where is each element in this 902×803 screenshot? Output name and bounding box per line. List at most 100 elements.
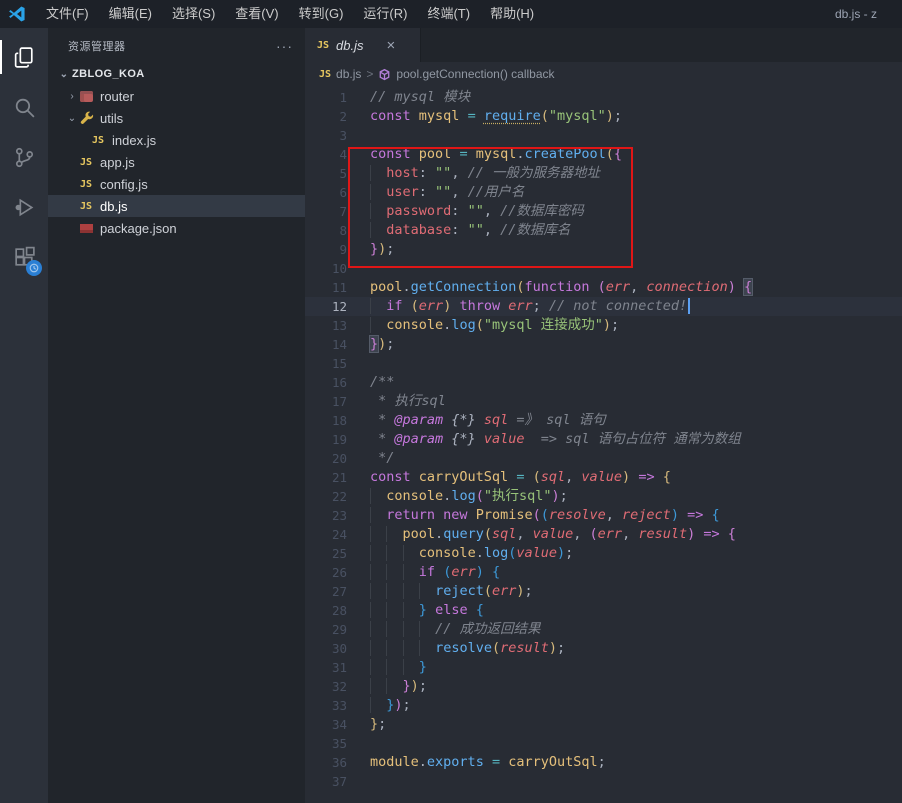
code-line-26[interactable]: 26 if (err) { — [305, 563, 902, 582]
code-line-8[interactable]: 8 database: "", //数据库名 — [305, 221, 902, 240]
menu-运行r[interactable]: 运行(R) — [353, 0, 417, 28]
breadcrumb-symbol[interactable]: pool.getConnection() callback — [378, 67, 554, 81]
code-editor[interactable]: 1// mysql 模块2const mysql = require("mysq… — [305, 86, 902, 803]
line-number: 32 — [305, 677, 347, 696]
line-number: 3 — [305, 126, 347, 145]
code-line-17[interactable]: 17 * 执行sql — [305, 392, 902, 411]
code-line-25[interactable]: 25 console.log(value); — [305, 544, 902, 563]
tree-item-utils[interactable]: ⌄utils — [48, 107, 305, 129]
code-line-9[interactable]: 9}); — [305, 240, 902, 259]
code-line-19[interactable]: 19 * @param {*} value => sql 语句占位符 通常为数组 — [305, 430, 902, 449]
code-line-34[interactable]: 34}; — [305, 715, 902, 734]
line-number: 15 — [305, 354, 347, 373]
line-number: 1 — [305, 88, 347, 107]
explorer-sidebar: 资源管理器 ··· ⌄ZBLOG_KOA›router⌄utilsJSindex… — [48, 28, 305, 803]
tree-item-db-js[interactable]: JS db.js — [48, 195, 305, 217]
code-line-10[interactable]: 10 — [305, 259, 902, 278]
code-line-24[interactable]: 24 pool.query(sql, value, (err, result) … — [305, 525, 902, 544]
code-line-36[interactable]: 36module.exports = carryOutSql; — [305, 753, 902, 772]
line-number: 17 — [305, 392, 347, 411]
tab-close-icon[interactable]: × — [385, 37, 398, 54]
code-line-4[interactable]: 4const pool = mysql.createPool({ — [305, 145, 902, 164]
tree-item-package-json[interactable]: package.json — [48, 217, 305, 239]
code-line-13[interactable]: 13 console.log("mysql 连接成功"); — [305, 316, 902, 335]
code-line-16[interactable]: 16/** — [305, 373, 902, 392]
menu-帮助h[interactable]: 帮助(H) — [480, 0, 544, 28]
tree-item-index-js[interactable]: JSindex.js — [48, 129, 305, 151]
code-line-23[interactable]: 23 return new Promise((resolve, reject) … — [305, 506, 902, 525]
code-line-33[interactable]: 33 }); — [305, 696, 902, 715]
code-line-11[interactable]: 11pool.getConnection(function (err, conn… — [305, 278, 902, 297]
tree-item-label: package.json — [100, 221, 177, 236]
code-line-30[interactable]: 30 resolve(result); — [305, 639, 902, 658]
chevron-down-icon: ⌄ — [56, 69, 72, 80]
line-number: 19 — [305, 430, 347, 449]
window-title: db.js - z — [835, 0, 902, 28]
line-number: 10 — [305, 259, 347, 278]
folder-router-icon — [80, 91, 93, 102]
code-line-29[interactable]: 29 // 成功返回结果 — [305, 620, 902, 639]
menu-转到g[interactable]: 转到(G) — [289, 0, 354, 28]
code-line-14[interactable]: 14}); — [305, 335, 902, 354]
tree-item-router[interactable]: ›router — [48, 85, 305, 107]
source-control-icon[interactable] — [0, 134, 48, 180]
line-number: 12 — [305, 297, 347, 316]
tree-item-config-js[interactable]: JS config.js — [48, 173, 305, 195]
line-number: 26 — [305, 563, 347, 582]
extensions-icon[interactable] — [0, 234, 48, 280]
breadcrumb: JS db.js > pool.getConnection() callback — [305, 62, 902, 86]
search-icon[interactable] — [0, 84, 48, 130]
line-number: 28 — [305, 601, 347, 620]
code-line-32[interactable]: 32 }); — [305, 677, 902, 696]
line-number: 23 — [305, 506, 347, 525]
js-file-icon: JS — [317, 40, 329, 51]
code-line-18[interactable]: 18 * @param {*} sql =》 sql 语句 — [305, 411, 902, 430]
line-number: 30 — [305, 639, 347, 658]
menu-编辑e[interactable]: 编辑(E) — [99, 0, 162, 28]
tree-root-zblog-koa[interactable]: ⌄ZBLOG_KOA — [48, 63, 305, 85]
code-line-28[interactable]: 28 } else { — [305, 601, 902, 620]
js-file-icon: JS — [319, 69, 331, 80]
explorer-icon[interactable] — [0, 34, 48, 80]
sidebar-more-actions-button[interactable]: ··· — [276, 38, 293, 54]
code-line-1[interactable]: 1// mysql 模块 — [305, 88, 902, 107]
code-line-31[interactable]: 31 } — [305, 658, 902, 677]
tree-item-label: app.js — [100, 155, 135, 170]
code-line-2[interactable]: 2const mysql = require("mysql"); — [305, 107, 902, 126]
code-line-27[interactable]: 27 reject(err); — [305, 582, 902, 601]
code-line-12[interactable]: 12 if (err) throw err; // not connected! — [305, 297, 902, 316]
code-line-6[interactable]: 6 user: "", //用户名 — [305, 183, 902, 202]
breadcrumb-file[interactable]: JS db.js — [319, 67, 361, 81]
tab-label: db.js — [336, 38, 363, 53]
menu-选择s[interactable]: 选择(S) — [162, 0, 225, 28]
run-debug-icon[interactable] — [0, 184, 48, 230]
folder-utils-wrench-icon — [80, 111, 94, 125]
js-file-icon: JS — [80, 157, 92, 168]
line-number: 11 — [305, 278, 347, 297]
text-cursor — [688, 298, 690, 314]
menu-终端t[interactable]: 终端(T) — [417, 0, 480, 28]
menu-查看v[interactable]: 查看(V) — [225, 0, 288, 28]
line-number: 6 — [305, 183, 347, 202]
line-number: 33 — [305, 696, 347, 715]
tree-item-label: config.js — [100, 177, 148, 192]
code-line-37[interactable]: 37 — [305, 772, 902, 791]
code-line-5[interactable]: 5 host: "", // 一般为服务器地址 — [305, 164, 902, 183]
chevron-down-icon: ⌄ — [64, 113, 80, 124]
code-line-21[interactable]: 21const carryOutSql = (sql, value) => { — [305, 468, 902, 487]
code-line-22[interactable]: 22 console.log("执行sql"); — [305, 487, 902, 506]
js-file-icon: JS — [80, 201, 92, 212]
tab-db-js[interactable]: JS db.js × — [305, 28, 421, 62]
code-line-7[interactable]: 7 password: "", //数据库密码 — [305, 202, 902, 221]
code-line-3[interactable]: 3 — [305, 126, 902, 145]
line-number: 4 — [305, 145, 347, 164]
code-line-20[interactable]: 20 */ — [305, 449, 902, 468]
tree-item-app-js[interactable]: JS app.js — [48, 151, 305, 173]
line-number: 27 — [305, 582, 347, 601]
js-file-icon: JS — [80, 179, 92, 190]
menu-文件f[interactable]: 文件(F) — [36, 0, 99, 28]
editor-group: JS db.js × JS db.js > pool.getConnection… — [305, 28, 902, 803]
tree-item-label: db.js — [100, 199, 127, 214]
code-line-35[interactable]: 35 — [305, 734, 902, 753]
code-line-15[interactable]: 15 — [305, 354, 902, 373]
